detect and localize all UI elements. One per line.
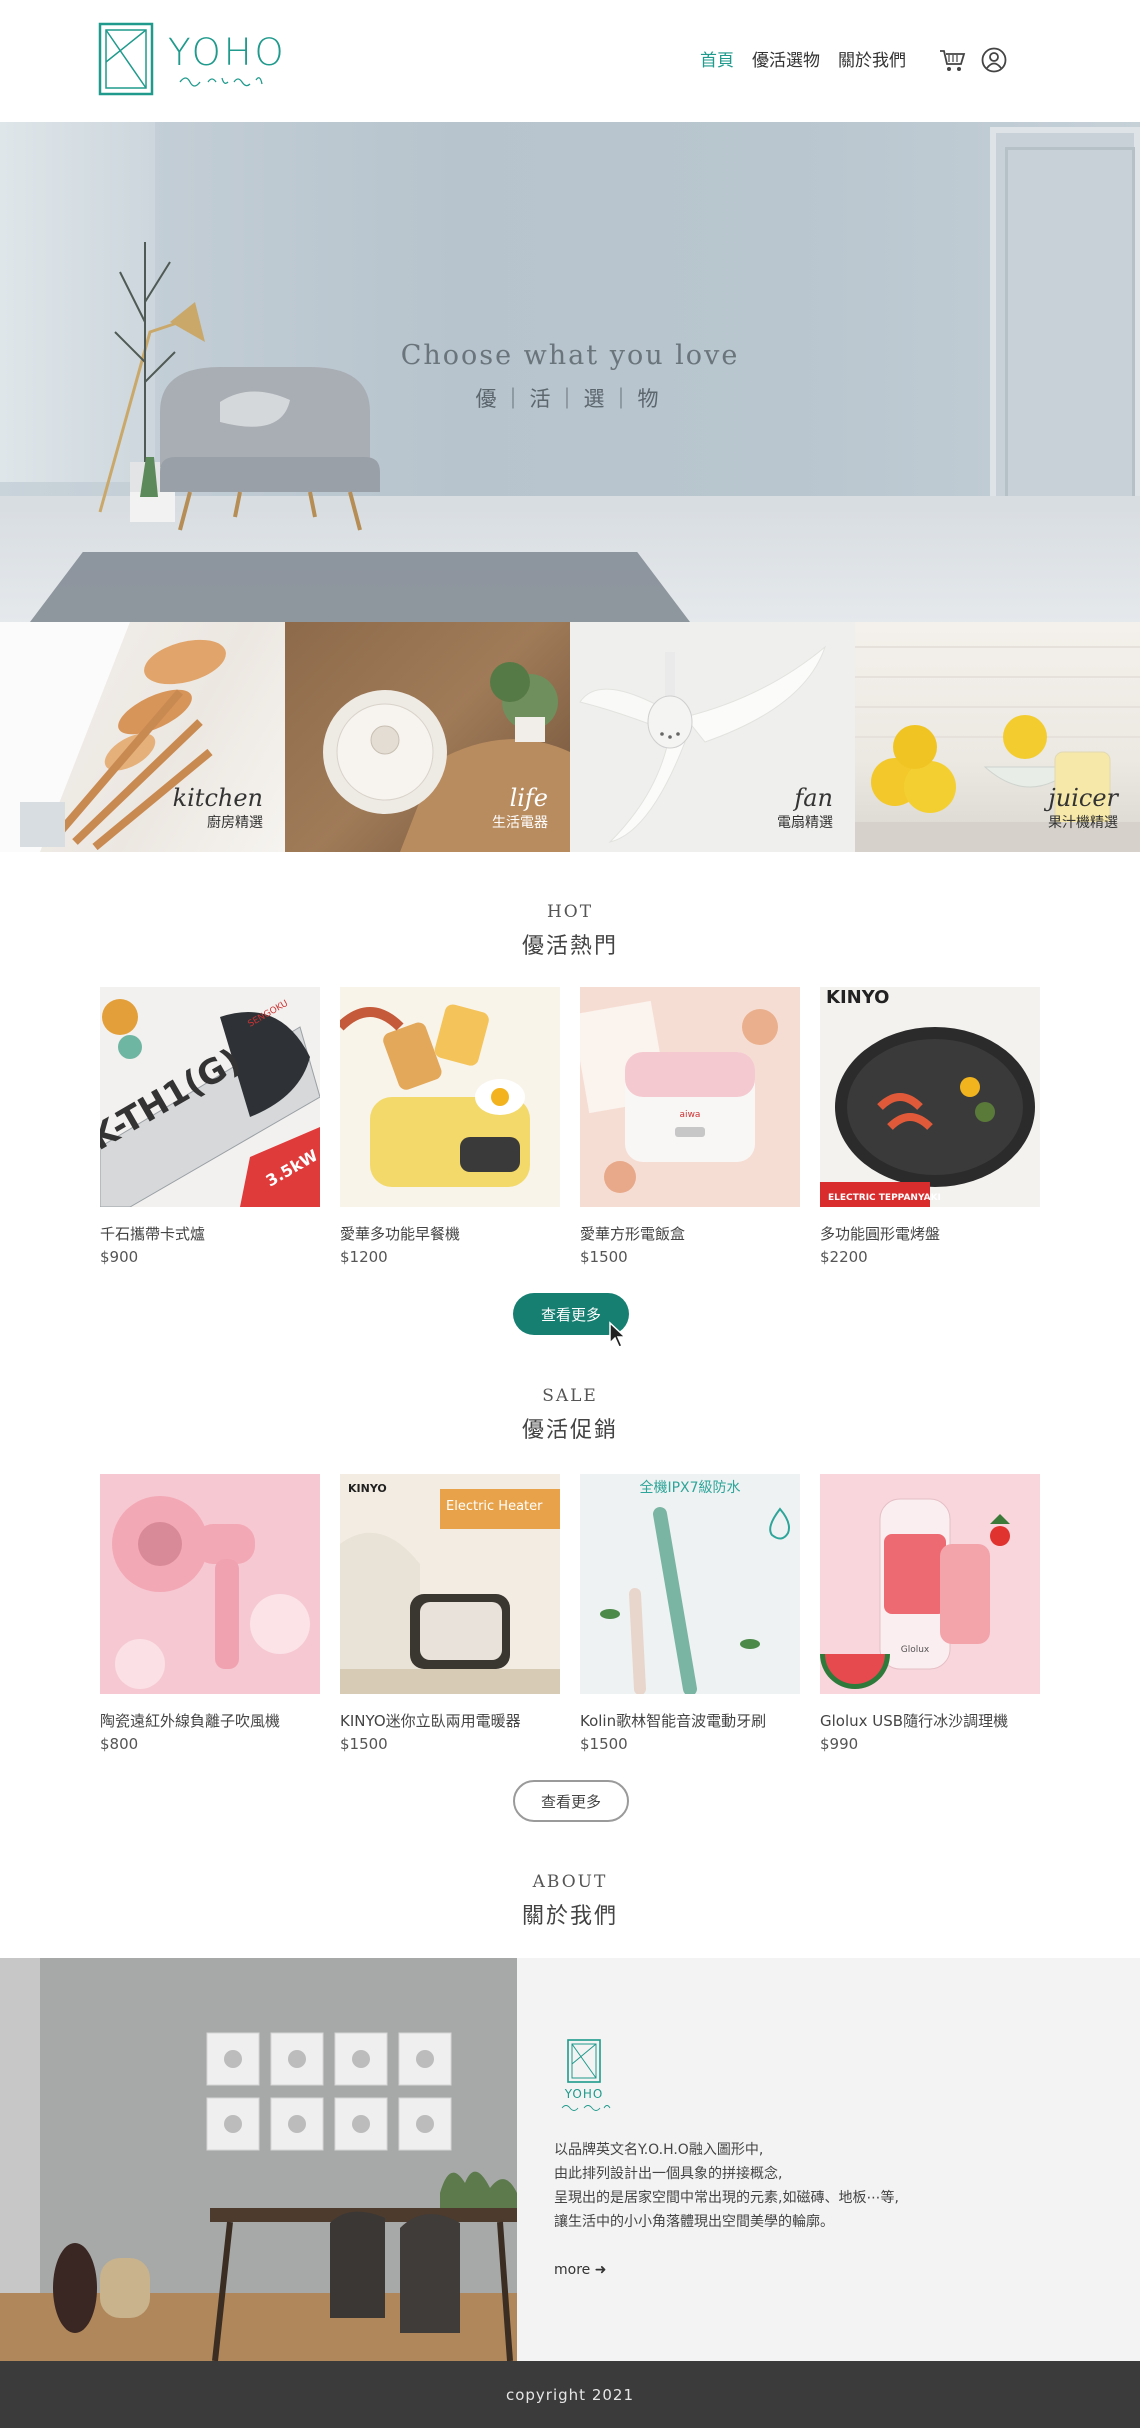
- logo-script: [178, 72, 273, 93]
- product-price: $2200: [820, 1248, 868, 1266]
- product-price: $1500: [580, 1735, 628, 1753]
- main-nav: 首頁 優活選物 關於我們: [700, 46, 906, 71]
- about-section-header: ABOUT 關於我們: [0, 1872, 1140, 1930]
- category-fan-en: fan: [794, 784, 833, 812]
- product-price: $1200: [340, 1248, 388, 1266]
- category-fan-zh: 電扇精選: [777, 815, 833, 831]
- svg-text:Glolux: Glolux: [901, 1645, 930, 1655]
- hero-subtitle: 優｜活｜選｜物: [475, 387, 665, 411]
- product-image[interactable]: [340, 987, 560, 1207]
- site-footer: copyright 2021: [0, 2361, 1140, 2428]
- hot-title-en: HOT: [546, 902, 594, 922]
- product-image[interactable]: 全機IPX7級防水: [580, 1474, 800, 1694]
- cart-icon[interactable]: [938, 46, 966, 74]
- svg-text:KINYO: KINYO: [826, 987, 889, 1008]
- category-juicer-en: juicer: [1048, 784, 1118, 812]
- product-card[interactable]: Glolux Glolux USB隨行冰沙調理機 $990: [820, 1474, 1040, 1753]
- product-name[interactable]: 愛華方形電飯盒: [580, 1223, 800, 1244]
- user-icon[interactable]: [980, 46, 1008, 74]
- about-line: 以品牌英文名Y.O.H.O融入圖形中,: [554, 2142, 764, 2158]
- product-card[interactable]: K-TH1(G) SENGOKU 3.5kW 千石攜帶卡式爐 $900: [100, 987, 320, 1266]
- product-price: $900: [100, 1248, 139, 1266]
- sale-title-zh: 優活促銷: [521, 1418, 618, 1443]
- svg-text:全機IPX7級防水: 全機IPX7級防水: [639, 1479, 740, 1496]
- category-kitchen[interactable]: kitchen 廚房精選: [0, 622, 285, 852]
- about-logo-icon: YOHO: [561, 2039, 611, 2111]
- hot-section-header: HOT 優活熱門: [0, 902, 1140, 960]
- about-panel: YOHO 以品牌英文名Y.O.H.O融入圖形中, 由此排列設計出一個具象的拼接概…: [517, 1958, 1140, 2361]
- product-price: $1500: [340, 1735, 388, 1753]
- about-line: 由此排列設計出一個具象的拼接概念,: [554, 2166, 783, 2182]
- product-image[interactable]: K-TH1(G) SENGOKU 3.5kW: [100, 987, 320, 1207]
- product-image[interactable]: KINYO Electric Heater: [340, 1474, 560, 1694]
- product-image[interactable]: [100, 1474, 320, 1694]
- product-name[interactable]: 陶瓷遠紅外線負離子吹風機: [100, 1710, 320, 1731]
- product-price: $1500: [580, 1248, 628, 1266]
- logo-wordmark: YOHO: [168, 31, 287, 74]
- about-description: 以品牌英文名Y.O.H.O融入圖形中, 由此排列設計出一個具象的拼接概念, 呈現…: [554, 2138, 899, 2234]
- product-name[interactable]: Kolin歌林智能音波電動牙刷: [580, 1710, 800, 1731]
- about-more-link[interactable]: more ➜: [554, 2262, 606, 2278]
- product-image[interactable]: KINYO ELECTRIC TEPPANYAKI: [820, 987, 1040, 1207]
- product-card[interactable]: 全機IPX7級防水 Kolin歌林智能音波電動牙刷 $1500: [580, 1474, 800, 1753]
- header-icons: [938, 46, 1008, 74]
- mouse-cursor-icon: [609, 1321, 627, 1348]
- product-card[interactable]: KINYO Electric Heater KINYO迷你立臥兩用電暖器 $15…: [340, 1474, 560, 1753]
- category-life-zh: 生活電器: [492, 815, 548, 831]
- hot-title-zh: 優活熱門: [521, 934, 618, 959]
- site-header: YOHO 首頁 優活選物 關於我們: [0, 0, 1140, 122]
- product-name[interactable]: 多功能圓形電烤盤: [820, 1223, 1040, 1244]
- about-room-image: [0, 1958, 517, 2361]
- svg-text:aiwa: aiwa: [680, 1110, 701, 1120]
- hero-rug: [30, 552, 690, 622]
- about-title-en: ABOUT: [532, 1872, 608, 1892]
- hero-text: Choose what you love 優｜活｜選｜物: [0, 340, 1140, 413]
- category-life[interactable]: life 生活電器: [285, 622, 570, 852]
- product-name[interactable]: Glolux USB隨行冰沙調理機: [820, 1710, 1040, 1731]
- about-line: 呈現出的是居家空間中常出現的元素,如磁磚、地板⋯等,: [554, 2190, 899, 2206]
- product-name[interactable]: 千石攜帶卡式爐: [100, 1223, 320, 1244]
- category-kitchen-zh: 廚房精選: [207, 815, 263, 831]
- sale-section-header: SALE 優活促銷: [0, 1386, 1140, 1444]
- product-image[interactable]: aiwa: [580, 987, 800, 1207]
- category-fan[interactable]: fan 電扇精選: [570, 622, 855, 852]
- nav-products[interactable]: 優活選物: [752, 46, 820, 71]
- svg-text:ELECTRIC TEPPANYAKI: ELECTRIC TEPPANYAKI: [828, 1193, 941, 1203]
- category-tiles: kitchen 廚房精選 life 生活電器 fan 電扇精選 juicer 果…: [0, 622, 1140, 852]
- logo-mark-icon: [98, 22, 154, 96]
- hero-banner: Choose what you love 優｜活｜選｜物: [0, 122, 1140, 622]
- hero-title: Choose what you love: [400, 340, 740, 371]
- hot-product-grid: K-TH1(G) SENGOKU 3.5kW 千石攜帶卡式爐 $900 愛華多功…: [100, 987, 1042, 1266]
- product-price: $990: [820, 1735, 859, 1753]
- svg-text:KINYO: KINYO: [348, 1482, 387, 1495]
- product-name[interactable]: KINYO迷你立臥兩用電暖器: [340, 1710, 560, 1731]
- sale-title-en: SALE: [542, 1386, 598, 1406]
- nav-about[interactable]: 關於我們: [838, 46, 906, 71]
- category-juicer-zh: 果汁機精選: [1048, 815, 1118, 831]
- category-juicer[interactable]: juicer 果汁機精選: [855, 622, 1140, 852]
- about-line: 讓生活中的小小角落體現出空間美學的輪廓。: [554, 2214, 834, 2230]
- product-card[interactable]: 陶瓷遠紅外線負離子吹風機 $800: [100, 1474, 320, 1753]
- product-card[interactable]: aiwa 愛華方形電飯盒 $1500: [580, 987, 800, 1266]
- product-name[interactable]: 愛華多功能早餐機: [340, 1223, 560, 1244]
- category-life-en: life: [509, 784, 548, 812]
- category-kitchen-en: kitchen: [172, 784, 263, 812]
- product-image[interactable]: Glolux: [820, 1474, 1040, 1694]
- sale-more-button[interactable]: 查看更多: [513, 1780, 629, 1822]
- product-card[interactable]: 愛華多功能早餐機 $1200: [340, 987, 560, 1266]
- product-price: $800: [100, 1735, 139, 1753]
- yoho-logo[interactable]: YOHO: [98, 22, 284, 98]
- sale-product-grid: 陶瓷遠紅外線負離子吹風機 $800 KINYO Electric Heater …: [100, 1474, 1042, 1753]
- copyright-text: copyright 2021: [505, 2385, 634, 2404]
- svg-text:Electric Heater: Electric Heater: [446, 1499, 543, 1514]
- nav-home[interactable]: 首頁: [700, 46, 734, 71]
- svg-text:YOHO: YOHO: [564, 2087, 604, 2101]
- about-title-zh: 關於我們: [521, 1904, 618, 1929]
- product-card[interactable]: KINYO ELECTRIC TEPPANYAKI 多功能圓形電烤盤 $2200: [820, 987, 1040, 1266]
